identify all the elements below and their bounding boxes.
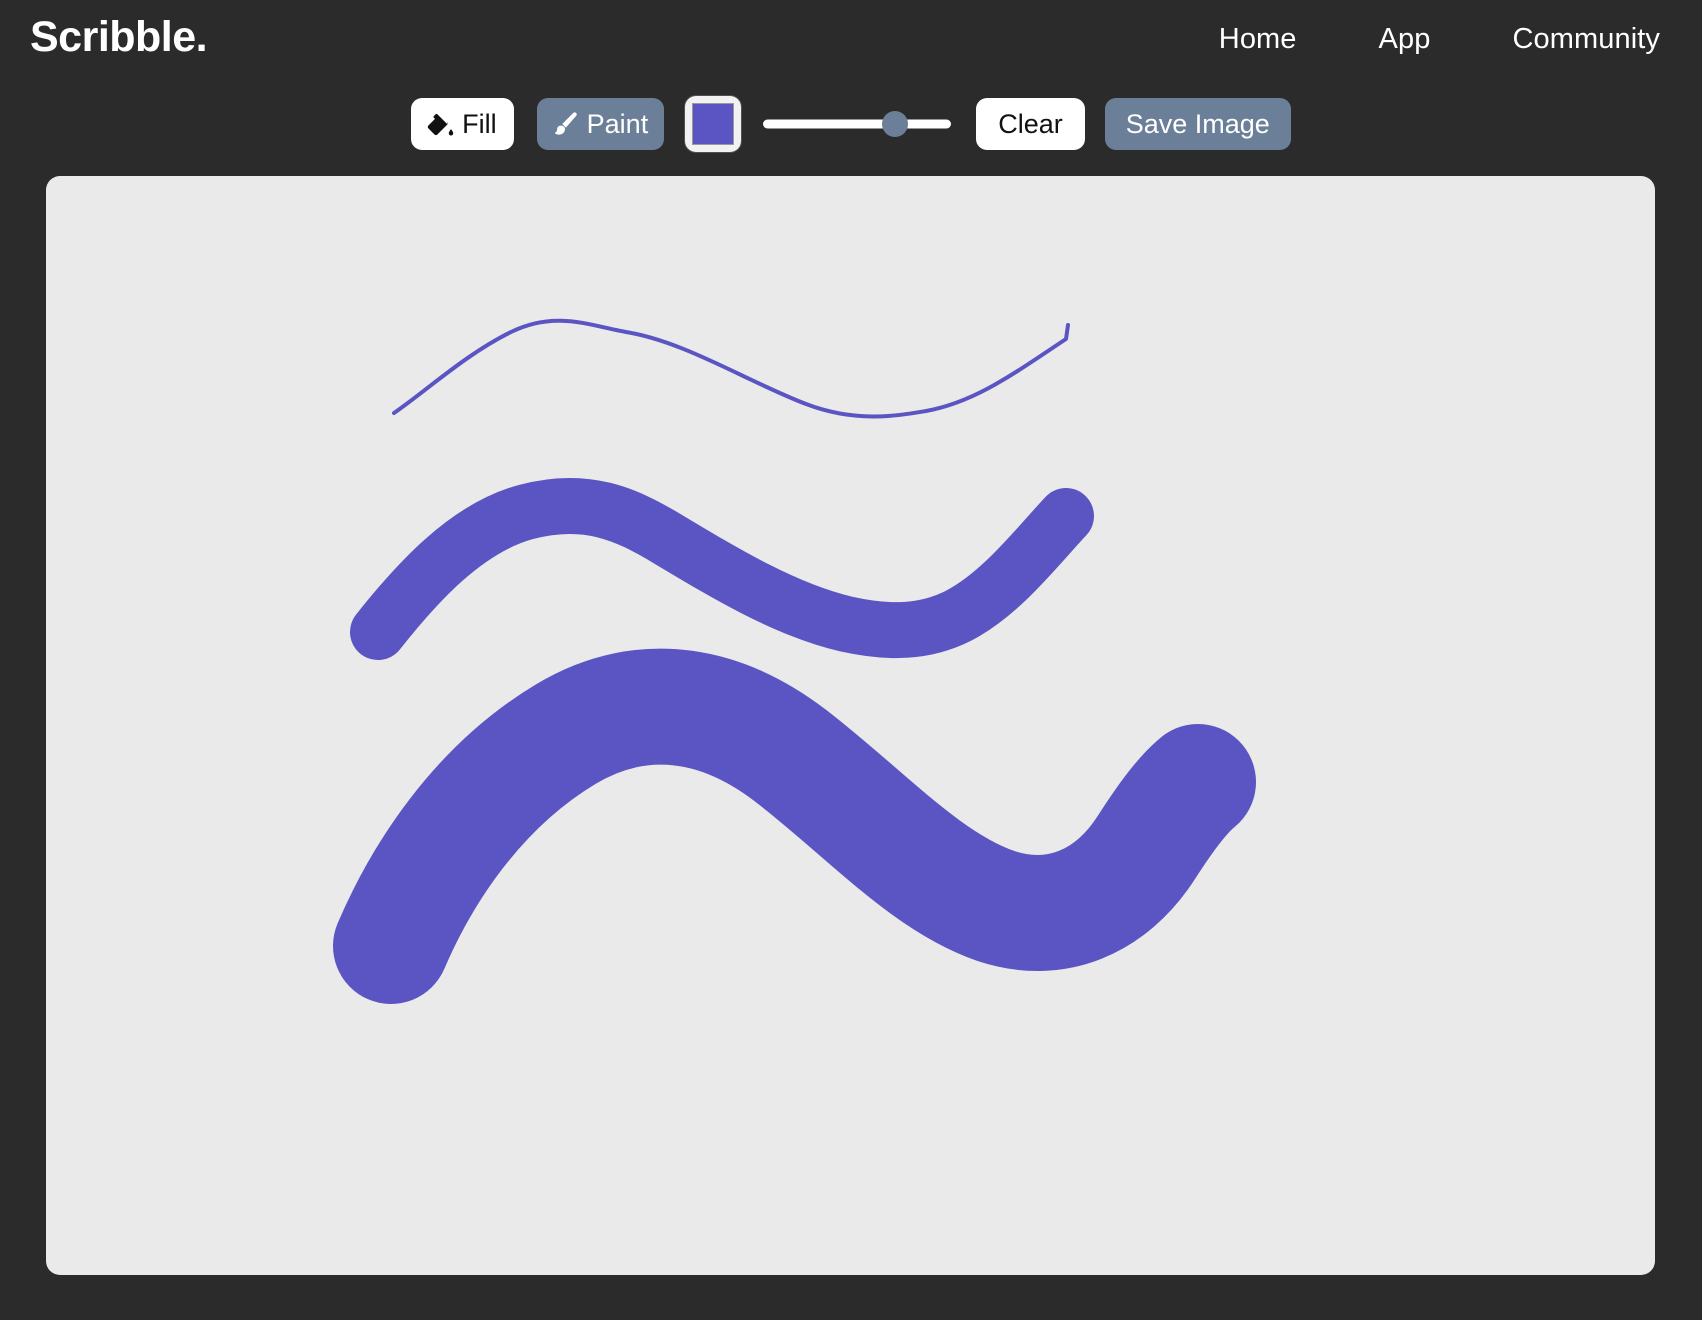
save-image-button[interactable]: Save Image [1104, 98, 1291, 150]
medium-wave-stroke [350, 478, 1094, 660]
color-picker-button[interactable] [685, 96, 742, 152]
paint-tool-button[interactable]: Paint [536, 98, 665, 150]
nav-link-home[interactable]: Home [1219, 23, 1297, 56]
app-header: Scribble. Home App Community [0, 0, 1702, 78]
drawing-canvas[interactable] [46, 176, 1655, 1275]
canvas-strokes [333, 318, 1256, 1004]
thin-wave-stroke [392, 318, 1070, 419]
main-nav: Home App Community [1219, 23, 1672, 56]
paintbrush-icon [550, 109, 580, 139]
slider-thumb[interactable] [881, 111, 908, 137]
brush-size-slider[interactable] [763, 109, 952, 139]
app-logo: Scribble. [30, 12, 208, 61]
thick-wave-stroke [333, 648, 1256, 1004]
nav-link-app[interactable]: App [1379, 23, 1431, 56]
drawing-toolbar: Fill Paint Clear Save Image [0, 93, 1702, 155]
slider-track [763, 119, 952, 129]
fill-tool-button[interactable]: Fill [411, 98, 514, 150]
clear-button-label: Clear [998, 108, 1063, 139]
fill-tool-label: Fill [462, 108, 497, 139]
paint-tool-label: Paint [586, 108, 649, 139]
color-swatch-icon [692, 103, 735, 145]
paint-bucket-icon [425, 109, 455, 139]
clear-button[interactable]: Clear [976, 98, 1085, 150]
save-image-button-label: Save Image [1125, 108, 1270, 139]
nav-link-community[interactable]: Community [1512, 23, 1660, 56]
